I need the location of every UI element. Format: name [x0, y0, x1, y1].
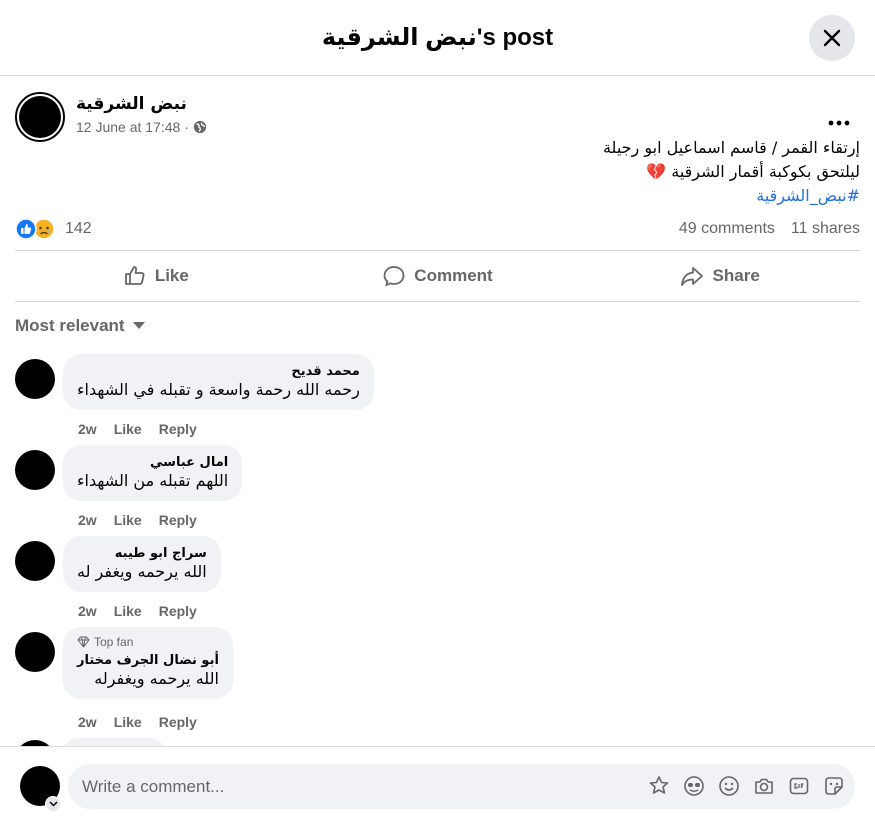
post-scroll-area[interactable]: نبض الشرقية 12 June at 17:48 · إرتقاء ال… — [0, 76, 875, 746]
comment-actions: 2w Like Reply — [78, 714, 197, 730]
engagement-counts: 49 comments 11 shares — [679, 220, 860, 238]
commenter-avatar[interactable] — [15, 450, 55, 490]
commenter-name[interactable]: امال عباسي — [77, 454, 228, 471]
comment-actions: 2w Like Reply — [78, 512, 197, 528]
gif-icon — [789, 777, 809, 795]
comment-reply-button[interactable]: Reply — [159, 714, 197, 730]
emoji-face-icon — [684, 776, 704, 796]
like-button[interactable]: Like — [15, 251, 297, 301]
sticker-button[interactable] — [823, 775, 845, 797]
comment-composer — [0, 746, 875, 832]
page-avatar[interactable] — [15, 92, 65, 142]
post-author[interactable]: نبض الشرقية — [76, 94, 187, 114]
emoji-button[interactable] — [718, 775, 740, 797]
comment-time[interactable]: 2w — [78, 512, 97, 528]
post-line: ليلتحق بكوكبة أقمار الشرقية 💔 — [646, 162, 860, 181]
photo-button[interactable] — [753, 775, 775, 797]
sort-label: Most relevant — [15, 316, 125, 335]
share-arrow-icon — [680, 267, 703, 286]
badge-label: Top fan — [94, 635, 134, 649]
comment-reply-button[interactable]: Reply — [159, 421, 197, 437]
sticker-icon — [825, 777, 843, 795]
comment-bubble: Top fan أبو نضال الجرف مختار الله يرحمه … — [63, 627, 233, 699]
post-hashtag[interactable]: #نبض_الشرقية — [160, 184, 860, 208]
comment-bubble: سراج ابو طيبه الله يرحمه ويغفر له — [63, 536, 221, 592]
comment-input[interactable] — [82, 764, 622, 809]
share-label: Share — [712, 266, 760, 285]
comment-reply-button[interactable]: Reply — [159, 603, 197, 619]
comment-like-button[interactable]: Like — [114, 714, 142, 730]
gif-button[interactable] — [788, 775, 810, 797]
commenter-name[interactable]: محمد قديح — [77, 363, 359, 380]
comment-like-button[interactable]: Like — [114, 421, 142, 437]
like-label: Like — [154, 266, 189, 285]
thumbs-up-icon — [124, 266, 145, 285]
more-options-button[interactable] — [828, 106, 850, 132]
comment-text: اللهم تقبله من الشهداء — [77, 471, 229, 490]
comment-bubble: محمد قديح رحمه الله رحمة واسعة و تقبله ف… — [63, 354, 374, 410]
dialog-header: نبض الشرقية's post — [0, 0, 875, 76]
post-header: نبض الشرقية 12 June at 17:48 · — [15, 92, 860, 142]
caret-down-icon — [132, 322, 145, 329]
comment-reply-button[interactable]: Reply — [159, 512, 197, 528]
comment-bubble — [63, 738, 165, 746]
commenter-avatar[interactable] — [15, 359, 55, 399]
post-line: إرتقاء القمر / قاسم اسماعيل ابو رجيلة — [602, 138, 860, 157]
commenter-avatar[interactable] — [15, 541, 55, 581]
composer-toolbar — [648, 775, 845, 797]
emoji-face-button[interactable] — [683, 775, 705, 797]
close-button[interactable] — [809, 15, 855, 61]
reaction-count[interactable]: 142 — [65, 220, 92, 238]
post-timestamp[interactable]: 12 June at 17:48 — [76, 119, 180, 135]
reactions-summary[interactable]: 142 — [15, 218, 92, 240]
comment-like-button[interactable]: Like — [114, 603, 142, 619]
smiley-icon — [719, 776, 739, 796]
profile-switch-button[interactable] — [45, 796, 61, 812]
post-stats: 142 49 comments 11 shares — [15, 214, 860, 244]
commenter-name[interactable]: سراج ابو طيبه — [77, 545, 207, 562]
comment-text: الله يرحمه ويغفرله — [94, 669, 219, 688]
meta-separator: · — [184, 119, 189, 135]
comment-text: رحمه الله رحمة واسعة و تقبله في الشهداء — [77, 380, 360, 399]
shares-count[interactable]: 11 shares — [791, 220, 860, 238]
post-actions-bar: Like Comment Share — [15, 250, 860, 302]
post-meta: 12 June at 17:48 · — [76, 119, 207, 135]
comments-count[interactable]: 49 comments — [679, 220, 775, 238]
comment-label: Comment — [414, 266, 493, 285]
top-fan-badge[interactable]: Top fan — [77, 635, 219, 649]
commenter-avatar[interactable] — [15, 632, 55, 672]
globe-icon[interactable] — [193, 120, 207, 134]
comment-sort-dropdown[interactable]: Most relevant — [15, 316, 145, 336]
more-dots-icon — [828, 120, 850, 126]
avatar-sticker-button[interactable] — [648, 775, 670, 797]
comment-item: امال عباسي اللهم تقبله من الشهداء 2w Lik… — [15, 445, 860, 535]
comment-bubble-icon — [383, 266, 405, 287]
comment-item: سراج ابو طيبه الله يرحمه ويغفر له 2w Lik… — [15, 536, 860, 626]
chevron-down-icon — [48, 801, 58, 807]
share-button[interactable]: Share — [578, 251, 860, 301]
comment-input-box — [68, 764, 855, 809]
comment-item: محمد قديح رحمه الله رحمة واسعة و تقبله ف… — [15, 354, 860, 444]
avatar-sticker-icon — [649, 776, 669, 794]
comment-item: Top fan أبو نضال الجرف مختار الله يرحمه … — [15, 627, 860, 737]
comment-button[interactable]: Comment — [297, 251, 579, 301]
commenter-name[interactable]: أبو نضال الجرف مختار — [77, 652, 219, 669]
comment-actions: 2w Like Reply — [78, 421, 197, 437]
comment-text: الله يرحمه ويغفر له — [77, 562, 207, 581]
dialog-title: نبض الشرقية's post — [321, 24, 554, 51]
close-icon — [823, 29, 841, 47]
comment-time[interactable]: 2w — [78, 603, 97, 619]
like-icon — [15, 218, 37, 240]
post-body: إرتقاء القمر / قاسم اسماعيل ابو رجيلة لي… — [160, 136, 860, 208]
comment-like-button[interactable]: Like — [114, 512, 142, 528]
diamond-icon — [77, 636, 90, 648]
comment-time[interactable]: 2w — [78, 714, 97, 730]
camera-icon — [755, 778, 773, 794]
comment-actions: 2w Like Reply — [78, 603, 197, 619]
comment-bubble: امال عباسي اللهم تقبله من الشهداء — [63, 445, 243, 501]
comment-time[interactable]: 2w — [78, 421, 97, 437]
